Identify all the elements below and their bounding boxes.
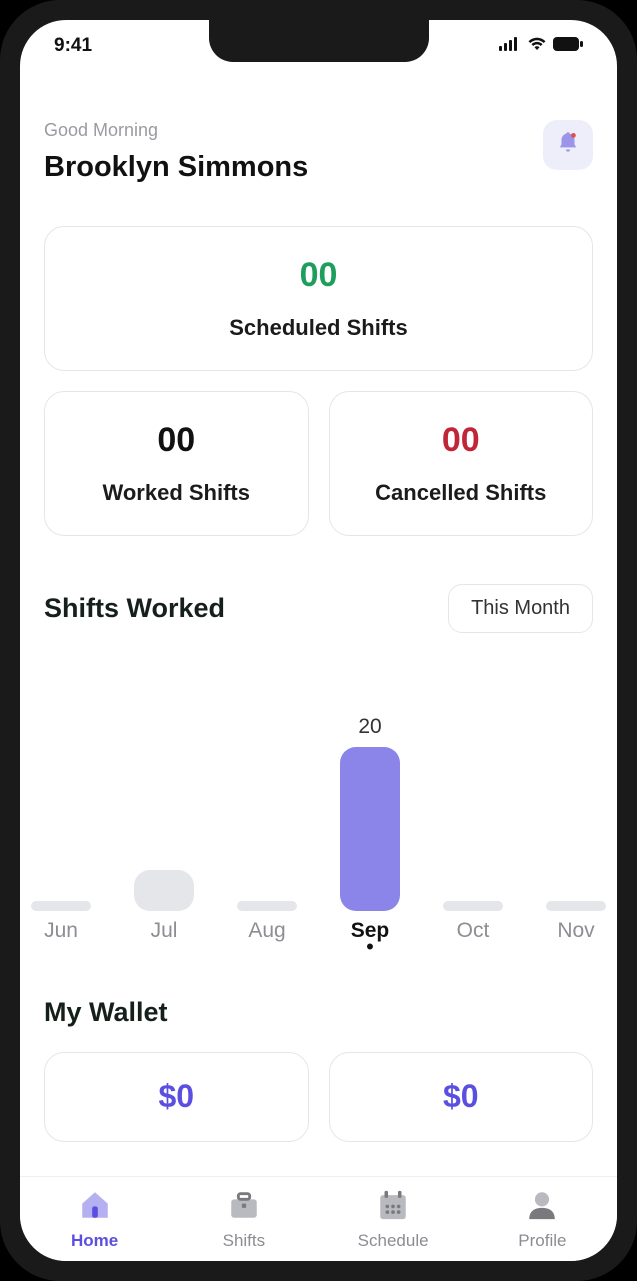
period-filter-button[interactable]: This Month	[448, 584, 593, 633]
chart-bar	[237, 901, 297, 911]
chart-month-label: Oct	[430, 919, 516, 951]
username-text: Brooklyn Simmons	[44, 151, 308, 184]
chart-bar	[134, 870, 194, 911]
chart-bar-value-label: 20	[358, 715, 381, 739]
chart-bar	[31, 901, 91, 911]
status-indicators	[499, 35, 583, 57]
briefcase-icon	[227, 1188, 261, 1227]
bell-icon	[555, 130, 581, 161]
chart-month-label: Nov	[533, 919, 617, 951]
wallet-title: My Wallet	[44, 997, 593, 1028]
cancelled-label: Cancelled Shifts	[375, 480, 546, 506]
battery-icon	[553, 35, 583, 57]
tab-bar: Home Shifts Schedule Profile	[20, 1176, 617, 1261]
chart-month-label: Aug	[224, 919, 310, 951]
chart-bar	[443, 901, 503, 911]
chart-bar-oct[interactable]	[430, 901, 516, 911]
tab-schedule-label: Schedule	[358, 1231, 429, 1251]
tab-home[interactable]: Home	[20, 1177, 169, 1261]
chart-bar-sep[interactable]: 20	[327, 715, 413, 911]
worked-shifts-card[interactable]: 00 Worked Shifts	[44, 391, 309, 536]
worked-label: Worked Shifts	[102, 480, 250, 506]
tab-profile-label: Profile	[518, 1231, 566, 1251]
shifts-worked-chart: 20 JunJulAugSep•OctNov	[44, 651, 593, 951]
chart-month-label: Jun	[20, 919, 104, 951]
wallet-card-left[interactable]: $0	[44, 1052, 309, 1142]
chart-bar	[340, 747, 400, 911]
tab-profile[interactable]: Profile	[468, 1177, 617, 1261]
status-time: 9:41	[54, 35, 92, 57]
wifi-icon	[527, 35, 547, 57]
calendar-icon	[376, 1188, 410, 1227]
wallet-right-value: $0	[443, 1078, 479, 1115]
chart-bar-jun[interactable]	[20, 901, 104, 911]
profile-icon	[525, 1188, 559, 1227]
chart-month-label: Jul	[121, 919, 207, 951]
scheduled-value: 00	[300, 256, 338, 295]
notifications-button[interactable]	[543, 120, 593, 170]
scheduled-label: Scheduled Shifts	[229, 315, 407, 341]
shifts-worked-title: Shifts Worked	[44, 593, 225, 624]
wallet-left-value: $0	[158, 1078, 194, 1115]
greeting-text: Good Morning	[44, 120, 308, 141]
chart-bar-jul[interactable]	[121, 870, 207, 911]
scheduled-shifts-card[interactable]: 00 Scheduled Shifts	[44, 226, 593, 371]
cancelled-value: 00	[442, 421, 480, 460]
chart-bar-nov[interactable]	[533, 901, 617, 911]
chart-active-dot: •	[327, 943, 413, 951]
wallet-card-right[interactable]: $0	[329, 1052, 594, 1142]
home-icon	[78, 1188, 112, 1227]
tab-schedule[interactable]: Schedule	[319, 1177, 468, 1261]
chart-bar-aug[interactable]	[224, 901, 310, 911]
cancelled-shifts-card[interactable]: 00 Cancelled Shifts	[329, 391, 594, 536]
chart-bar	[546, 901, 606, 911]
cellular-icon	[499, 35, 521, 57]
tab-shifts-label: Shifts	[223, 1231, 266, 1251]
worked-value: 00	[157, 421, 195, 460]
tab-home-label: Home	[71, 1231, 118, 1251]
tab-shifts[interactable]: Shifts	[169, 1177, 318, 1261]
